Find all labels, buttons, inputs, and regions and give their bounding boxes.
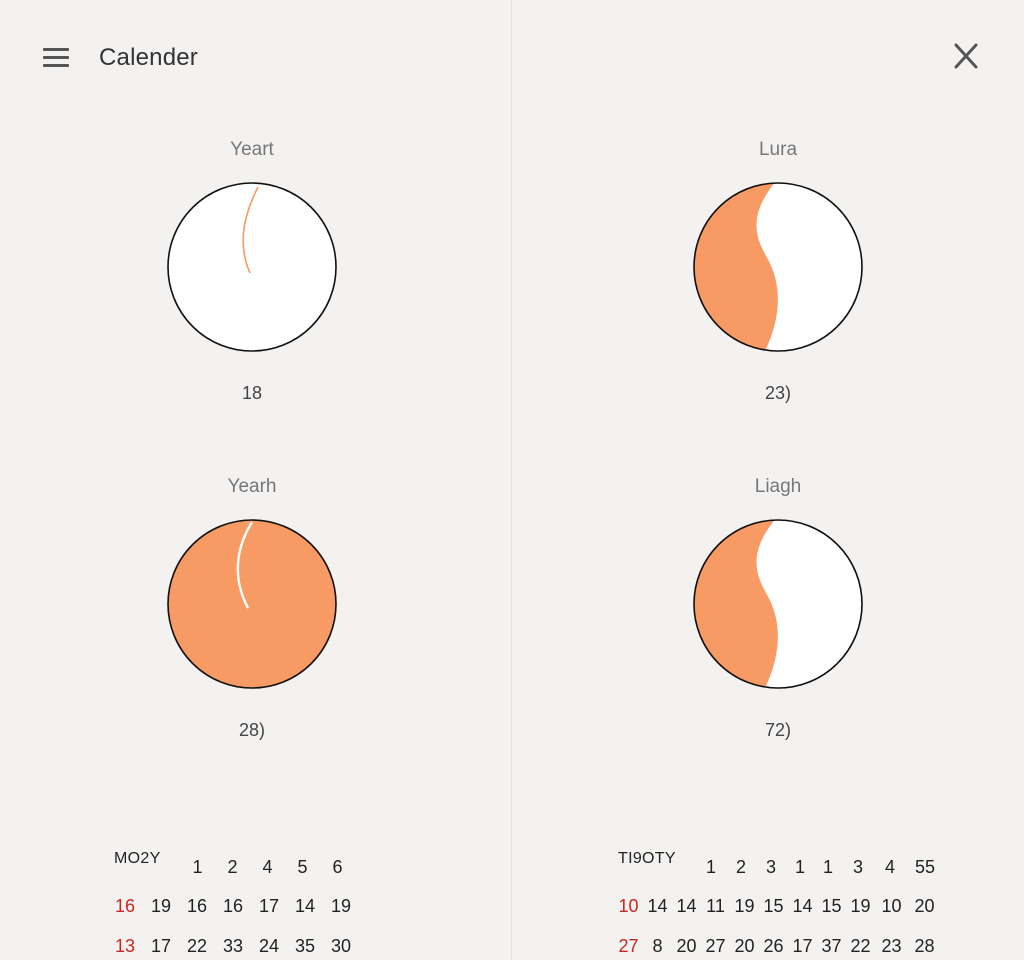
close-button[interactable]	[948, 38, 984, 74]
calendar-day[interactable]: 19	[143, 896, 179, 917]
mini-calendar-right: TI9OTY 1 2 3 1 1 3 4 55 10 14 14 11 19 1…	[512, 850, 1024, 960]
calendar-day[interactable]: 14	[788, 896, 817, 917]
calendar-day[interactable]: 55	[906, 857, 944, 878]
calendar-day[interactable]: 35	[287, 936, 323, 957]
card-title: Liagh	[754, 476, 802, 497]
calendar-row: 1 2 3 1 1 3 4 55	[696, 857, 944, 878]
card-value: 23)	[764, 383, 791, 403]
card-title: Yearh	[227, 476, 277, 497]
calendar-day[interactable]: 14	[287, 896, 323, 917]
calendar-day[interactable]: 26	[759, 936, 788, 957]
calendar-day[interactable]: 13	[107, 936, 143, 957]
calendar-day[interactable]: 30	[323, 936, 359, 957]
calendar-day[interactable]: 20	[730, 936, 759, 957]
calendar-day[interactable]: 37	[817, 936, 846, 957]
stat-card[interactable]: Yearh 28)	[132, 475, 372, 755]
calendar-day[interactable]: 15	[817, 896, 846, 917]
calendar-day[interactable]: 15	[759, 896, 788, 917]
calendar-row: 10 14 14 11 19 15 14 15 19 10 20	[614, 896, 941, 917]
menu-button[interactable]	[40, 42, 72, 72]
card-title: Lura	[758, 139, 798, 160]
hamburger-menu-icon-bar	[43, 63, 69, 67]
stat-card[interactable]: Lura 23)	[658, 138, 898, 418]
calendar-day[interactable]: 8	[643, 936, 672, 957]
calendar-day[interactable]: 3	[756, 857, 786, 878]
calendar-day[interactable]: 23	[875, 936, 908, 957]
calendar-day[interactable]: 19	[846, 896, 875, 917]
calendar-day[interactable]: 22	[179, 936, 215, 957]
calendar-label: MO2Y	[114, 850, 161, 867]
calendar-day[interactable]: 24	[251, 936, 287, 957]
calendar-day[interactable]: 10	[875, 896, 908, 917]
progress-circle	[693, 182, 863, 352]
calendar-day[interactable]: 33	[215, 936, 251, 957]
calendar-day[interactable]: 11	[701, 896, 730, 917]
card-value: 72)	[764, 720, 791, 740]
progress-circle	[167, 182, 337, 352]
calendar-day[interactable]: 27	[614, 936, 643, 957]
calendar-day[interactable]: 1	[814, 857, 842, 878]
calendar-day[interactable]: 10	[614, 896, 643, 917]
stat-card[interactable]: Liagh 72)	[658, 475, 898, 755]
card-title: Yeart	[230, 139, 274, 160]
calendar-day[interactable]: 2	[726, 857, 756, 878]
calendar-day[interactable]: 16	[107, 896, 143, 917]
progress-circle	[167, 519, 337, 689]
calendar-day[interactable]: 2	[215, 857, 250, 878]
card-value: 28)	[238, 720, 265, 740]
calendar-row: 1 2 4 5 6	[180, 857, 355, 878]
calendar-day[interactable]: 22	[846, 936, 875, 957]
calendar-day[interactable]: 28	[908, 936, 941, 957]
calendar-label: TI9OTY	[618, 850, 676, 867]
calendar-day[interactable]: 19	[323, 896, 359, 917]
calendar-day[interactable]: 20	[672, 936, 701, 957]
progress-circle	[693, 519, 863, 689]
hamburger-menu-icon-bar	[43, 55, 69, 59]
calendar-row: 13 17 22 33 24 35 30	[107, 936, 359, 957]
calendar-day[interactable]: 16	[179, 896, 215, 917]
card-value: 18	[241, 383, 263, 403]
calendar-day[interactable]: 1	[786, 857, 814, 878]
close-x-icon	[954, 43, 978, 69]
calendar-row: 27 8 20 27 20 26 17 37 22 23 28	[614, 936, 941, 957]
calendar-day[interactable]: 4	[250, 857, 285, 878]
calendar-day[interactable]: 17	[788, 936, 817, 957]
calendar-day[interactable]: 1	[696, 857, 726, 878]
calendar-day[interactable]: 5	[285, 857, 320, 878]
calendar-day[interactable]: 1	[180, 857, 215, 878]
calendar-day[interactable]: 27	[701, 936, 730, 957]
calendar-day[interactable]: 17	[251, 896, 287, 917]
app-title: Calender	[99, 44, 198, 71]
calendar-day[interactable]: 4	[874, 857, 906, 878]
mini-calendar-left: MO2Y 1 2 4 5 6 16 19 16 16 17 14 19 13 1…	[0, 850, 511, 960]
calendar-day[interactable]: 20	[908, 896, 941, 917]
calendar-day[interactable]: 16	[215, 896, 251, 917]
hamburger-menu-icon	[43, 47, 69, 51]
calendar-day[interactable]: 17	[143, 936, 179, 957]
pane-divider	[511, 0, 512, 960]
calendar-day[interactable]: 19	[730, 896, 759, 917]
calendar-day[interactable]: 14	[672, 896, 701, 917]
calendar-row: 16 19 16 16 17 14 19	[107, 896, 359, 917]
calendar-day[interactable]: 14	[643, 896, 672, 917]
stat-card[interactable]: Yeart 18	[132, 138, 372, 418]
calendar-day[interactable]: 6	[320, 857, 355, 878]
calendar-day[interactable]: 3	[842, 857, 874, 878]
